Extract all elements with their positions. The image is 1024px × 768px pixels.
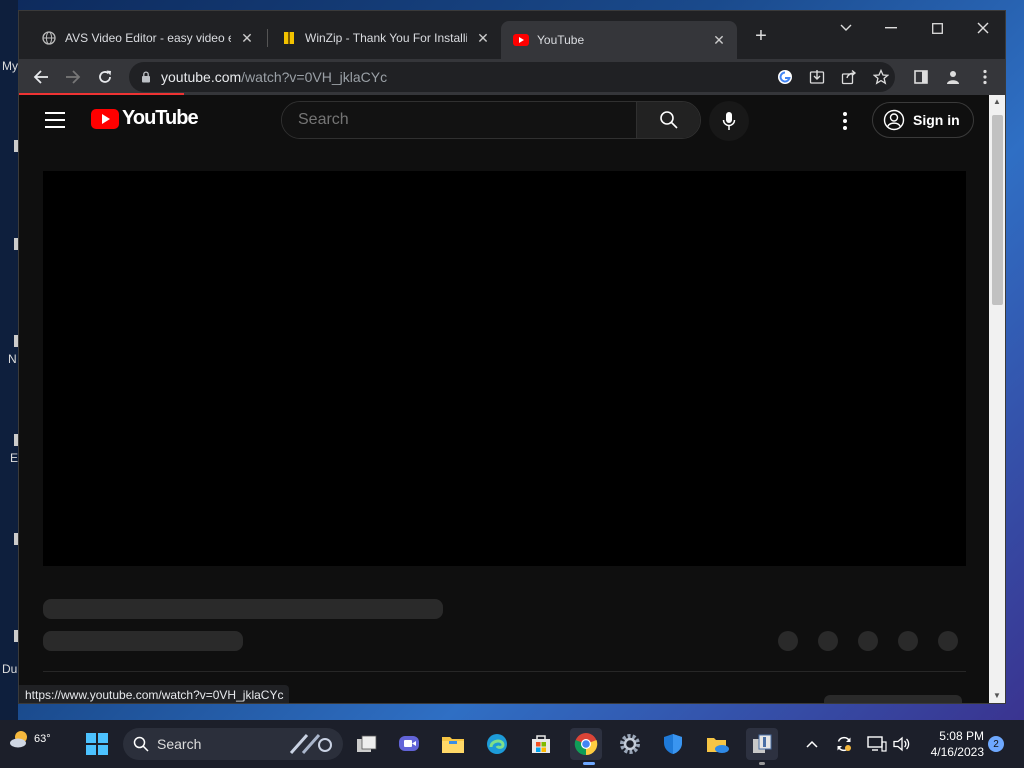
video-player[interactable] xyxy=(43,171,966,566)
desktop-label: N xyxy=(8,352,17,366)
weather-widget[interactable]: 63° xyxy=(8,729,51,749)
search-button[interactable] xyxy=(636,102,700,138)
tab-title: WinZip - Thank You For Installing xyxy=(305,31,467,45)
menu-icon[interactable] xyxy=(975,67,995,87)
tab-bar: AVS Video Editor - easy video editing ✕ … xyxy=(19,11,1005,59)
globe-icon xyxy=(41,30,57,46)
minimize-button[interactable] xyxy=(876,15,906,41)
browser-window: AVS Video Editor - easy video editing ✕ … xyxy=(18,10,1006,704)
desktop-label: My xyxy=(2,59,18,73)
task-view-icon[interactable] xyxy=(351,728,383,760)
scroll-up-arrow-icon[interactable]: ▲ xyxy=(993,97,1001,106)
winzip-taskbar-icon[interactable] xyxy=(746,728,778,760)
tab-title: AVS Video Editor - easy video editing xyxy=(65,31,231,45)
notification-badge[interactable]: 2 xyxy=(988,736,1004,752)
active-app-indicator xyxy=(583,762,595,765)
partly-sunny-icon xyxy=(10,731,27,748)
sign-in-label: Sign in xyxy=(913,112,960,128)
taskbar-clock[interactable]: 5:08 PM 4/16/2023 xyxy=(918,728,984,760)
new-tab-button[interactable]: + xyxy=(749,25,773,48)
edge-icon[interactable] xyxy=(481,728,513,760)
settings-gear-icon[interactable] xyxy=(614,728,646,760)
url-host: youtube.com xyxy=(161,69,242,85)
weather-temperature: 63° xyxy=(34,733,51,745)
chrome-taskbar-icon[interactable] xyxy=(570,728,602,760)
start-button[interactable] xyxy=(81,728,113,760)
side-panel-icon[interactable] xyxy=(911,67,931,87)
description-placeholder xyxy=(824,695,962,703)
title-placeholder xyxy=(43,599,443,619)
bookmark-star-icon[interactable] xyxy=(871,67,891,87)
desktop-label: E xyxy=(10,451,19,465)
desktop-label: Du xyxy=(2,662,18,676)
winzip-icon xyxy=(281,30,297,46)
guide-menu-icon[interactable] xyxy=(45,112,65,128)
windows-logo-icon xyxy=(86,733,108,755)
close-tab-icon[interactable]: ✕ xyxy=(711,32,727,49)
tab-youtube[interactable]: YouTube ✕ xyxy=(501,21,737,59)
youtube-logo-text: YouTube xyxy=(122,107,199,129)
action-placeholder xyxy=(778,631,798,651)
youtube-icon xyxy=(513,32,529,48)
onedrive-folder-icon[interactable] xyxy=(702,728,734,760)
youtube-play-icon xyxy=(91,108,119,129)
site-info-icon[interactable] xyxy=(141,71,151,83)
microsoft-store-icon[interactable] xyxy=(525,728,557,760)
taskbar: 63° Search 5:08 PM 4/16/2023 2 xyxy=(0,720,1024,768)
taskbar-search-label: Search xyxy=(157,736,202,752)
youtube-logo[interactable]: YouTube xyxy=(91,107,199,130)
reload-button[interactable] xyxy=(93,65,117,89)
tab-winzip[interactable]: WinZip - Thank You For Installing ✕ xyxy=(269,23,501,53)
volume-icon[interactable] xyxy=(892,732,912,756)
windows-security-icon[interactable] xyxy=(657,728,689,760)
content-divider xyxy=(43,671,966,672)
maximize-button[interactable] xyxy=(922,15,952,41)
action-placeholder xyxy=(818,631,838,651)
show-hidden-icons-chevron-icon[interactable] xyxy=(804,732,820,756)
account-icon xyxy=(883,109,905,131)
install-app-icon[interactable] xyxy=(807,67,827,87)
back-button[interactable] xyxy=(29,65,53,89)
action-placeholder xyxy=(938,631,958,651)
taskbar-search[interactable]: Search xyxy=(123,728,343,760)
sync-icon[interactable] xyxy=(834,732,854,756)
sign-in-button[interactable]: Sign in xyxy=(872,102,974,138)
search-highlight-icon xyxy=(289,734,332,754)
link-status-bar: https://www.youtube.com/watch?v=0VH_jkla… xyxy=(19,685,290,703)
search-box xyxy=(281,101,701,139)
tab-separator xyxy=(267,29,268,47)
microphone-icon xyxy=(722,112,736,130)
browser-toolbar: youtube.com/watch?v=0VH_jklaCYc xyxy=(19,59,1005,95)
page-scrollbar[interactable]: ▲ ▼ xyxy=(989,95,1005,703)
action-placeholder xyxy=(898,631,918,651)
clock-date: 4/16/2023 xyxy=(930,745,984,759)
tab-title: YouTube xyxy=(537,33,585,47)
tab-search-chevron-icon[interactable] xyxy=(831,15,861,41)
forward-button[interactable] xyxy=(61,65,85,89)
teams-chat-icon[interactable] xyxy=(393,728,425,760)
scroll-down-arrow-icon[interactable]: ▼ xyxy=(993,691,1001,700)
voice-search-button[interactable] xyxy=(709,101,749,141)
search-input[interactable] xyxy=(282,102,636,138)
url-path: /watch?v=0VH_jklaCYc xyxy=(241,69,388,85)
tab-avs-video-editor[interactable]: AVS Video Editor - easy video editing ✕ xyxy=(29,23,265,53)
share-icon[interactable] xyxy=(839,67,859,87)
running-app-indicator xyxy=(759,762,765,765)
file-explorer-icon[interactable] xyxy=(437,728,469,760)
clock-time: 5:08 PM xyxy=(939,729,984,743)
profile-icon[interactable] xyxy=(943,67,963,87)
network-icon[interactable] xyxy=(866,732,888,756)
search-icon xyxy=(133,736,149,752)
scrollbar-thumb[interactable] xyxy=(992,115,1003,305)
close-window-button[interactable] xyxy=(968,15,998,41)
channel-placeholder xyxy=(43,631,243,651)
google-icon[interactable] xyxy=(775,67,795,87)
close-tab-icon[interactable]: ✕ xyxy=(239,30,255,47)
action-placeholder xyxy=(858,631,878,651)
settings-menu-icon[interactable] xyxy=(835,109,855,133)
close-tab-icon[interactable]: ✕ xyxy=(475,30,491,47)
youtube-page: YouTube Sign in ht xyxy=(19,95,989,703)
youtube-header: YouTube Sign in xyxy=(19,95,989,151)
search-icon xyxy=(659,111,678,129)
